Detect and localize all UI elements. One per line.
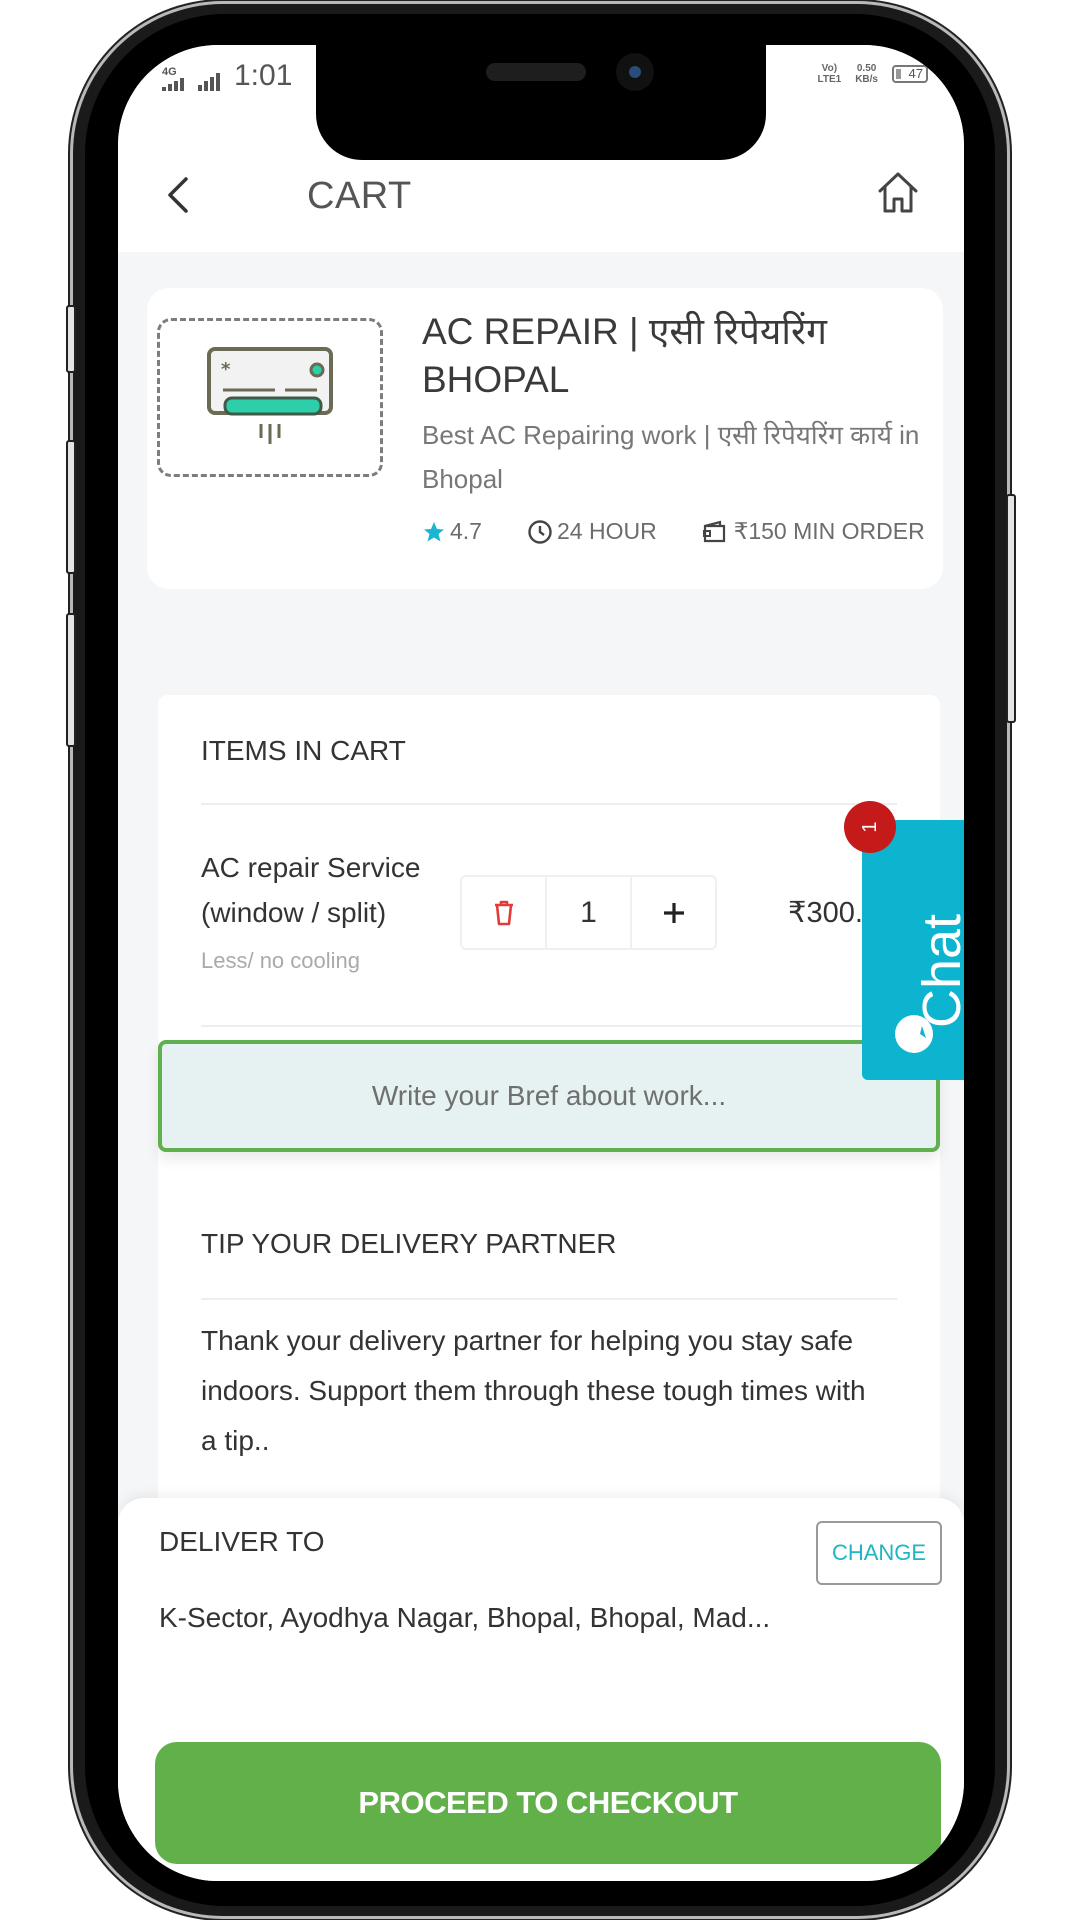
svg-text:*: * xyxy=(221,359,231,380)
home-icon[interactable] xyxy=(876,169,920,217)
phone-side-button-power xyxy=(1006,494,1016,723)
chevron-left-icon[interactable] xyxy=(154,165,204,225)
clock-icon xyxy=(528,519,552,544)
deliver-to-label: DELIVER TO xyxy=(159,1526,325,1557)
cart-item-note: Less/ no cooling xyxy=(201,948,360,973)
rating-value: 4.7 xyxy=(450,518,482,544)
trash-icon xyxy=(494,900,513,925)
plus-icon xyxy=(663,902,684,923)
chat-button[interactable]: Chat xyxy=(862,820,964,1080)
tip-section-title: TIP YOUR DELIVERY PARTNER xyxy=(201,1228,617,1259)
change-address-button[interactable]: CHANGE xyxy=(816,1521,942,1585)
wallet-icon xyxy=(702,520,725,542)
proceed-to-checkout-button[interactable]: PROCEED TO CHECKOUT xyxy=(155,1742,941,1864)
delivery-time: 24 HOUR xyxy=(527,518,657,545)
phone-notch xyxy=(316,45,766,160)
battery-level: 47 xyxy=(908,66,923,81)
tip-message: Thank your delivery partner for helping … xyxy=(201,1325,866,1456)
rating: 4.7 xyxy=(422,518,482,545)
lte-text: LTE1 xyxy=(817,74,842,85)
air-conditioner-icon: * xyxy=(207,347,333,444)
speed-unit: KB/s xyxy=(855,74,878,85)
quantity-stepper: 1 xyxy=(460,875,717,950)
shop-thumbnail: * xyxy=(157,318,383,477)
shop-card[interactable]: * AC REPAIR | एसी रिपेयरिंग BHOPAL Best … xyxy=(147,288,943,589)
signal-icon-2 xyxy=(198,71,220,91)
speed-value: 0.50 xyxy=(856,63,877,74)
delete-item-button[interactable] xyxy=(462,877,547,948)
shop-meta: 4.7 24 HOUR ₹150 MIN ORDER xyxy=(422,518,925,545)
app-bar: CART xyxy=(118,145,964,252)
items-section-title: ITEMS IN CART xyxy=(201,735,406,766)
phone-screen: 4G 1:01 Vo) LTE1 0.50 KB/s 47 CART * AC … xyxy=(118,45,964,1881)
phone-side-button-volume-down xyxy=(66,613,76,747)
status-time: 1:01 xyxy=(234,59,293,92)
quantity-value: 1 xyxy=(547,877,632,948)
front-camera-icon xyxy=(616,53,654,91)
work-brief-input[interactable] xyxy=(158,1040,940,1152)
page-title: CART xyxy=(307,175,412,217)
status-left: 4G 1:01 xyxy=(162,61,292,91)
delivery-time-value: 24 HOUR xyxy=(556,518,657,544)
phone-side-button-mute xyxy=(66,305,76,373)
signal-icon xyxy=(162,77,184,91)
min-order: ₹150 MIN ORDER xyxy=(702,518,925,545)
chat-notification-badge: 1 xyxy=(844,801,896,853)
mobile-signal-4g: 4G xyxy=(162,67,184,91)
star-icon xyxy=(424,521,444,541)
delivery-address: K-Sector, Ayodhya Nagar, Bhopal, Bhopal,… xyxy=(159,1602,771,1633)
delivery-bottom-sheet: DELIVER TO CHANGE K-Sector, Ayodhya Naga… xyxy=(118,1498,964,1881)
phone-side-button-volume-up xyxy=(66,440,76,574)
chat-bubble-icon xyxy=(895,1015,933,1053)
divider xyxy=(201,1025,897,1027)
volte-indicator: Vo) LTE1 xyxy=(817,63,841,85)
volte-text: Vo) xyxy=(821,63,838,74)
divider xyxy=(201,803,897,805)
shop-name: AC REPAIR | एसी रिपेयरिंग BHOPAL xyxy=(422,311,827,400)
divider xyxy=(201,1298,897,1300)
battery-icon: 47 xyxy=(892,65,928,83)
cart-item-price: ₹300. xyxy=(788,897,863,929)
min-order-value: ₹150 MIN ORDER xyxy=(733,518,925,544)
network-speed: 0.50 KB/s xyxy=(855,63,878,85)
speaker-grille xyxy=(486,63,586,81)
shop-description: Best AC Repairing work | एसी रिपेयरिंग क… xyxy=(422,420,920,494)
status-right: Vo) LTE1 0.50 KB/s 47 xyxy=(817,63,928,85)
network-type: 4G xyxy=(162,66,177,78)
increase-quantity-button[interactable] xyxy=(632,877,715,948)
cart-item-name: AC repair Service (window / split) xyxy=(201,852,421,928)
